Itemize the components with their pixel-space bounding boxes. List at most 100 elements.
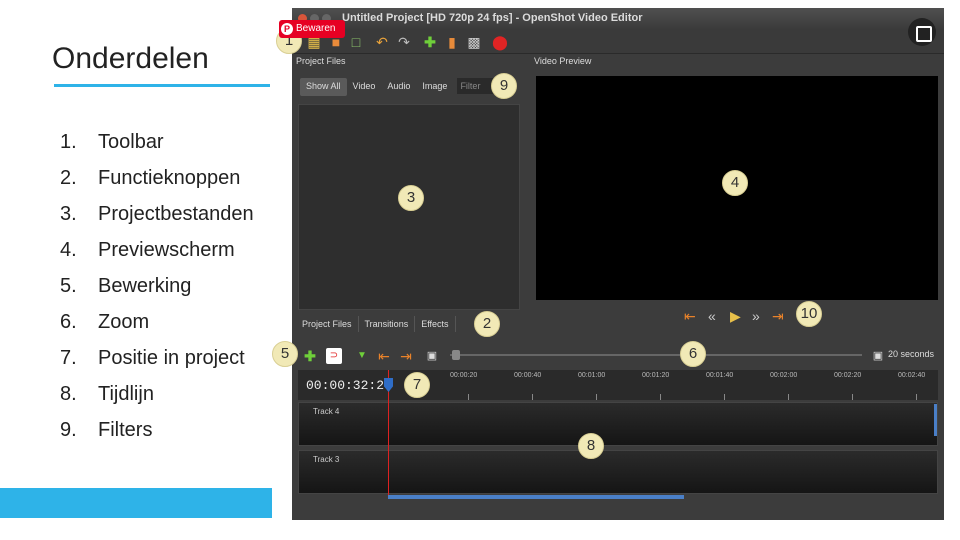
panel-tabs: Project Files Transitions Effects	[296, 316, 456, 332]
title-underline	[54, 84, 270, 87]
add-track-icon[interactable]: ✚	[302, 348, 318, 364]
tab-image[interactable]: Image	[416, 78, 453, 96]
ruler-tick	[916, 394, 917, 400]
callout-9: 9	[491, 73, 517, 99]
ruler-tick	[660, 394, 661, 400]
ruler-label: 00:02:00	[770, 372, 798, 379]
zoom-out-icon[interactable]: ▣	[424, 348, 440, 364]
list-label: Previewscherm	[98, 238, 235, 261]
track-row[interactable]: Track 4	[298, 402, 938, 446]
next-marker-icon[interactable]: ⇥	[398, 348, 414, 364]
export-video-icon[interactable]: ⬤	[492, 34, 508, 50]
tab-video[interactable]: Video	[347, 78, 382, 96]
vertical-scrollbar[interactable]	[934, 404, 937, 436]
zoom-label: 20 seconds	[888, 349, 935, 359]
ruler-label: 00:02:20	[834, 372, 862, 379]
list-item: 4. Previewscherm	[60, 232, 254, 268]
ruler-label: 00:00:40	[514, 372, 542, 379]
jump-end-icon[interactable]: ⇥	[772, 308, 784, 324]
accent-bar	[0, 488, 272, 518]
callout-6: 6	[680, 341, 706, 367]
list-item: 8. Tijdlijn	[60, 376, 254, 412]
component-list: 1. Toolbar 2. Functieknoppen 3. Projectbest…	[60, 124, 254, 448]
ruler-tick	[788, 394, 789, 400]
add-marker-icon[interactable]: ▼	[354, 348, 370, 364]
ruler-label: 00:01:40	[706, 372, 734, 379]
window-titlebar: Untitled Project [HD 720p 24 fps] - Open…	[292, 8, 944, 30]
tab-effects[interactable]: Effects	[415, 316, 456, 332]
snapping-icon[interactable]: ⊃	[326, 348, 342, 364]
horizontal-scrollbar[interactable]	[388, 495, 684, 499]
list-item: 2. Functieknoppen	[60, 160, 254, 196]
ruler-tick	[852, 394, 853, 400]
list-label: Filters	[98, 418, 153, 441]
callout-5: 5	[272, 341, 298, 367]
list-number: 1.	[60, 130, 77, 153]
import-files-icon[interactable]: ✚	[422, 34, 438, 50]
fullscreen-toggle-icon[interactable]	[908, 18, 936, 46]
list-number: 5.	[60, 274, 77, 297]
tab-audio[interactable]: Audio	[381, 78, 416, 96]
list-label: Bewerking	[98, 274, 192, 297]
tab-transitions[interactable]: Transitions	[359, 316, 416, 332]
ruler-label: 00:01:00	[578, 372, 606, 379]
project-files-header: Project Files	[296, 56, 346, 66]
list-label: Toolbar	[98, 130, 164, 153]
slide: Onderdelen 1. Toolbar 2. Functieknoppen 3.…	[0, 0, 960, 540]
callout-2: 2	[474, 311, 500, 337]
video-preview-header: Video Preview	[534, 56, 592, 66]
rewind-icon[interactable]: «	[708, 308, 716, 324]
ruler-label: 00:01:20	[642, 372, 670, 379]
ruler-tick	[596, 394, 597, 400]
pinterest-save-button[interactable]: P Bewaren	[279, 20, 345, 38]
list-item: 7. Positie in project	[60, 340, 254, 376]
list-item: 1. Toolbar	[60, 124, 254, 160]
ruler-tick	[724, 394, 725, 400]
zoom-in-icon[interactable]: ▣	[870, 348, 886, 364]
ruler-label: 00:00:20	[450, 372, 478, 379]
editor-screenshot: Untitled Project [HD 720p 24 fps] - Open…	[292, 8, 944, 520]
play-icon[interactable]: ▶	[730, 308, 741, 324]
list-label: Zoom	[98, 310, 150, 333]
undo-icon[interactable]: ↶	[374, 34, 390, 50]
redo-icon[interactable]: ↷	[396, 34, 412, 50]
callout-7: 7	[404, 372, 430, 398]
fast-forward-icon[interactable]: »	[752, 308, 760, 324]
ruler-tick	[468, 394, 469, 400]
pinterest-save-label: Bewaren	[296, 23, 336, 34]
track-label: Track 3	[313, 455, 340, 464]
list-label: Functieknoppen	[98, 166, 241, 189]
list-number: 6.	[60, 310, 77, 333]
list-label: Projectbestanden	[98, 202, 254, 225]
track-label: Track 4	[313, 407, 340, 416]
list-item: 3. Projectbestanden	[60, 196, 254, 232]
list-number: 8.	[60, 382, 77, 405]
ruler-label: 00:02:40	[898, 372, 926, 379]
list-label: Tijdlijn	[98, 382, 154, 405]
list-item: 9. Filters	[60, 412, 254, 448]
slide-title: Onderdelen	[52, 42, 209, 75]
track-row[interactable]: Track 3	[298, 450, 938, 494]
list-number: 9.	[60, 418, 77, 441]
callout-10: 10	[796, 301, 822, 327]
zoom-slider-handle[interactable]	[452, 350, 460, 360]
tab-show-all[interactable]: Show All	[300, 78, 347, 96]
list-number: 3.	[60, 202, 77, 225]
fullscreen-icon[interactable]: ▩	[466, 34, 482, 50]
previous-marker-icon[interactable]: ⇤	[376, 348, 392, 364]
list-item: 5. Bewerking	[60, 268, 254, 304]
tab-project-files[interactable]: Project Files	[296, 316, 359, 332]
callout-8: 8	[578, 433, 604, 459]
timeline-ruler[interactable]: 00:00:32:20 00:00:20 00:00:40 00:01:00 0…	[298, 370, 938, 400]
ruler-tick	[532, 394, 533, 400]
list-item: 6. Zoom	[60, 304, 254, 340]
save-project-icon[interactable]: □	[348, 34, 364, 50]
zoom-slider[interactable]	[450, 354, 862, 356]
jump-start-icon[interactable]: ⇤	[684, 308, 696, 324]
window-title: Untitled Project [HD 720p 24 fps] - Open…	[342, 12, 643, 24]
list-label: Positie in project	[98, 346, 245, 369]
callout-3: 3	[398, 185, 424, 211]
filter-tabs: Show All Video Audio Image Filter	[300, 78, 498, 96]
choose-profile-icon[interactable]: ▮	[444, 34, 460, 50]
callout-4: 4	[722, 170, 748, 196]
